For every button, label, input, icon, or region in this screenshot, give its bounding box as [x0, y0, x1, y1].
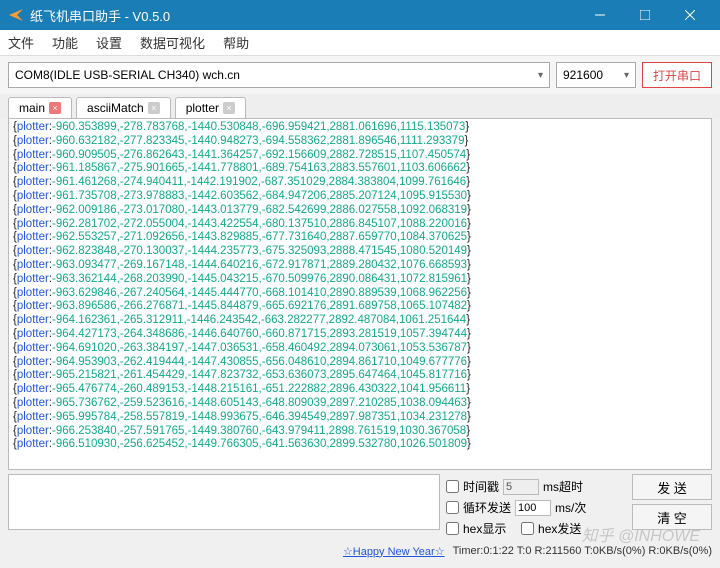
- status-stats: Timer:0:1:22 T:0 R:211560 T:0KB/s(0%) R:…: [453, 545, 712, 557]
- terminal-line: {plotter:-965.736762,-259.523616,-1448.6…: [13, 397, 707, 411]
- chevron-down-icon: ▾: [538, 70, 543, 81]
- tab-asciimatch[interactable]: asciiMatch×: [76, 97, 171, 118]
- maximize-button[interactable]: [622, 0, 667, 30]
- loopsend-value[interactable]: [515, 500, 551, 516]
- hexdisp-checkbox[interactable]: [446, 522, 459, 535]
- clear-button[interactable]: 清 空: [632, 504, 712, 530]
- terminal-line: {plotter:-964.691020,-263.384197,-1447.0…: [13, 342, 707, 356]
- baud-select[interactable]: 921600 ▾: [556, 62, 636, 88]
- hexsend-checkbox[interactable]: [521, 522, 534, 535]
- terminal-line: {plotter:-963.896586,-266.276871,-1445.8…: [13, 300, 707, 314]
- send-options: 时间戳 ms超时 循环发送 ms/次 hex显示 hex发送: [446, 474, 626, 541]
- close-icon[interactable]: ×: [148, 102, 160, 114]
- terminal-line: {plotter:-963.093477,-269.167148,-1444.6…: [13, 259, 707, 273]
- terminal-line: {plotter:-962.009186,-273.017080,-1443.0…: [13, 204, 707, 218]
- timestamp-label: 时间戳: [463, 478, 499, 495]
- terminal-line: {plotter:-962.553257,-271.092656,-1443.8…: [13, 231, 707, 245]
- tab-bar: main× asciiMatch× plotter×: [0, 94, 720, 118]
- timestamp-checkbox[interactable]: [446, 480, 459, 493]
- loopsend-label: 循环发送: [463, 499, 511, 516]
- terminal-line: {plotter:-966.253840,-257.591765,-1449.3…: [13, 425, 707, 439]
- terminal-line: {plotter:-965.215821,-261.454429,-1447.8…: [13, 369, 707, 383]
- menu-dataviz[interactable]: 数据可视化: [140, 33, 205, 52]
- ms-timeout-label: ms超时: [543, 478, 583, 495]
- close-button[interactable]: [667, 0, 712, 30]
- chevron-down-icon: ▾: [624, 70, 629, 81]
- terminal-line: {plotter:-962.823848,-270.130037,-1444.2…: [13, 245, 707, 259]
- menu-settings[interactable]: 设置: [96, 33, 122, 52]
- ms-per-label: ms/次: [555, 499, 586, 516]
- timestamp-value[interactable]: [503, 479, 539, 495]
- connection-row: COM8(IDLE USB-SERIAL CH340) wch.cn ▾ 921…: [0, 56, 720, 94]
- menu-func[interactable]: 功能: [52, 33, 78, 52]
- terminal-line: {plotter:-961.735708,-273.978883,-1442.6…: [13, 190, 707, 204]
- terminal-line: {plotter:-963.362144,-268.203990,-1445.0…: [13, 273, 707, 287]
- baud-value: 921600: [563, 68, 603, 82]
- terminal-line: {plotter:-965.995784,-258.557819,-1448.9…: [13, 411, 707, 425]
- terminal-output[interactable]: {plotter:-960.353899,-278.783768,-1440.5…: [8, 118, 712, 470]
- tab-main[interactable]: main×: [8, 97, 72, 118]
- tab-plotter[interactable]: plotter×: [175, 97, 246, 118]
- terminal-line: {plotter:-964.427173,-264.348686,-1446.6…: [13, 328, 707, 342]
- close-icon[interactable]: ×: [223, 102, 235, 114]
- send-input[interactable]: [8, 474, 440, 530]
- terminal-line: {plotter:-961.461268,-274.940411,-1442.1…: [13, 176, 707, 190]
- terminal-line: {plotter:-960.632182,-277.823345,-1440.9…: [13, 135, 707, 149]
- close-icon[interactable]: ×: [49, 102, 61, 114]
- hexsend-label: hex发送: [538, 520, 581, 537]
- terminal-line: {plotter:-962.281702,-272.055004,-1443.4…: [13, 218, 707, 232]
- terminal-line: {plotter:-964.953903,-262.419444,-1447.4…: [13, 356, 707, 370]
- titlebar: 纸飞机串口助手 - V0.5.0: [0, 0, 720, 30]
- bottom-panel: 时间戳 ms超时 循环发送 ms/次 hex显示 hex发送 发 送 清 空: [8, 474, 712, 541]
- action-buttons: 发 送 清 空: [632, 474, 712, 541]
- terminal-line: {plotter:-963.629846,-267.240564,-1445.4…: [13, 287, 707, 301]
- hexdisp-label: hex显示: [463, 520, 506, 537]
- status-bar: ☆Happy New Year☆ Timer:0:1:22 T:0 R:2115…: [0, 541, 720, 561]
- terminal-line: {plotter:-965.476774,-260.489153,-1448.2…: [13, 383, 707, 397]
- happy-new-year-link[interactable]: ☆Happy New Year☆: [343, 545, 445, 558]
- terminal-line: {plotter:-966.510930,-256.625452,-1449.7…: [13, 438, 707, 452]
- port-value: COM8(IDLE USB-SERIAL CH340) wch.cn: [15, 68, 240, 82]
- menubar: 文件 功能 设置 数据可视化 帮助: [0, 30, 720, 56]
- window-title: 纸飞机串口助手 - V0.5.0: [30, 6, 577, 25]
- minimize-button[interactable]: [577, 0, 622, 30]
- loopsend-checkbox[interactable]: [446, 501, 459, 514]
- terminal-line: {plotter:-961.185867,-275.901665,-1441.7…: [13, 162, 707, 176]
- terminal-line: {plotter:-960.909505,-276.862643,-1441.3…: [13, 149, 707, 163]
- menu-file[interactable]: 文件: [8, 33, 34, 52]
- app-icon: [8, 7, 24, 23]
- open-port-button[interactable]: 打开串口: [642, 62, 712, 88]
- terminal-line: {plotter:-964.162361,-265.312911,-1446.2…: [13, 314, 707, 328]
- menu-help[interactable]: 帮助: [223, 33, 249, 52]
- terminal-line: {plotter:-960.353899,-278.783768,-1440.5…: [13, 121, 707, 135]
- port-select[interactable]: COM8(IDLE USB-SERIAL CH340) wch.cn ▾: [8, 62, 550, 88]
- send-button[interactable]: 发 送: [632, 474, 712, 500]
